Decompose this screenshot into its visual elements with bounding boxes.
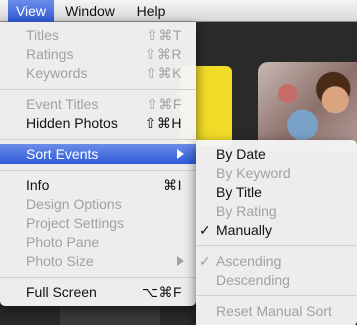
- submenu-item-descending[interactable]: Descending: [196, 270, 357, 290]
- menu-separator: [196, 295, 357, 296]
- event-thumbnail-photo[interactable]: [258, 62, 357, 152]
- menu-item-label: Ratings: [26, 46, 74, 62]
- menu-window[interactable]: Window: [57, 0, 123, 22]
- menu-separator: [196, 245, 357, 246]
- menu-item-label: By Keyword: [216, 165, 291, 181]
- view-menu: Titles ⇧⌘T Ratings ⇧⌘R Keywords ⇧⌘K Even…: [0, 22, 196, 306]
- menu-item-label: Event Titles: [26, 96, 99, 112]
- menu-item-design-options[interactable]: Design Options: [0, 194, 196, 214]
- menu-item-event-titles[interactable]: Event Titles ⇧⌘F: [0, 94, 196, 114]
- menu-item-label: Project Settings: [26, 215, 125, 231]
- checkmark-icon: ✓: [199, 222, 211, 238]
- menu-item-ratings[interactable]: Ratings ⇧⌘R: [0, 44, 196, 64]
- shortcut-label: ⌥⌘F: [141, 284, 182, 300]
- menu-item-keywords[interactable]: Keywords ⇧⌘K: [0, 63, 196, 83]
- shortcut-label: ⇧⌘K: [145, 65, 182, 81]
- shortcut-label: ⌘I: [163, 177, 182, 193]
- menu-item-label: Reset Manual Sort: [216, 303, 332, 319]
- submenu-arrow-icon: [177, 256, 184, 266]
- menu-item-label: Full Screen: [26, 284, 97, 300]
- submenu-item-by-date[interactable]: By Date: [196, 144, 357, 164]
- sort-events-submenu: By Date By Keyword By Title By Rating ✓ …: [196, 140, 357, 325]
- submenu-item-by-title[interactable]: By Title: [196, 182, 357, 202]
- menu-item-label: Photo Pane: [26, 234, 100, 250]
- submenu-item-ascending[interactable]: ✓ Ascending: [196, 251, 357, 271]
- menu-item-photo-size[interactable]: Photo Size: [0, 251, 196, 271]
- submenu-item-by-keyword[interactable]: By Keyword: [196, 163, 357, 183]
- menu-item-label: Design Options: [26, 196, 122, 212]
- submenu-item-reset-manual-sort[interactable]: Reset Manual Sort: [196, 301, 357, 321]
- submenu-arrow-icon: [177, 149, 184, 159]
- menu-item-label: Manually: [216, 222, 273, 238]
- menu-separator: [0, 277, 196, 278]
- menu-item-label: By Date: [216, 146, 266, 162]
- menu-item-titles[interactable]: Titles ⇧⌘T: [0, 25, 196, 45]
- checkmark-icon: ✓: [199, 253, 211, 269]
- menu-item-label: Hidden Photos: [26, 115, 118, 131]
- submenu-item-by-rating[interactable]: By Rating: [196, 201, 357, 221]
- shortcut-label: ⇧⌘H: [144, 115, 182, 131]
- menu-item-label: Info: [26, 177, 50, 193]
- menubar: View Window Help: [0, 0, 357, 22]
- shortcut-label: ⇧⌘R: [144, 46, 182, 62]
- menu-item-label: Descending: [216, 272, 290, 288]
- shortcut-label: ⇧⌘T: [146, 27, 182, 43]
- menu-item-label: Titles: [26, 27, 59, 43]
- shortcut-label: ⇧⌘F: [146, 96, 182, 112]
- menu-item-hidden-photos[interactable]: Hidden Photos ⇧⌘H: [0, 113, 196, 133]
- menu-item-label: By Rating: [216, 203, 277, 219]
- menu-item-label: Sort Events: [26, 146, 99, 162]
- submenu-item-manually[interactable]: ✓ Manually: [196, 220, 357, 240]
- menu-item-sort-events[interactable]: Sort Events: [0, 144, 196, 164]
- menu-item-photo-pane[interactable]: Photo Pane: [0, 232, 196, 252]
- menu-item-label: Keywords: [26, 65, 88, 81]
- menu-item-label: Ascending: [216, 253, 282, 269]
- menu-help[interactable]: Help: [128, 0, 174, 22]
- menu-view[interactable]: View: [8, 0, 54, 22]
- menu-separator: [0, 139, 196, 140]
- menu-item-label: Photo Size: [26, 253, 94, 269]
- menu-item-full-screen[interactable]: Full Screen ⌥⌘F: [0, 282, 196, 302]
- menu-separator: [0, 89, 196, 90]
- menu-item-project-settings[interactable]: Project Settings: [0, 213, 196, 233]
- menu-item-label: By Title: [216, 184, 262, 200]
- menu-item-info[interactable]: Info ⌘I: [0, 175, 196, 195]
- menu-separator: [0, 170, 196, 171]
